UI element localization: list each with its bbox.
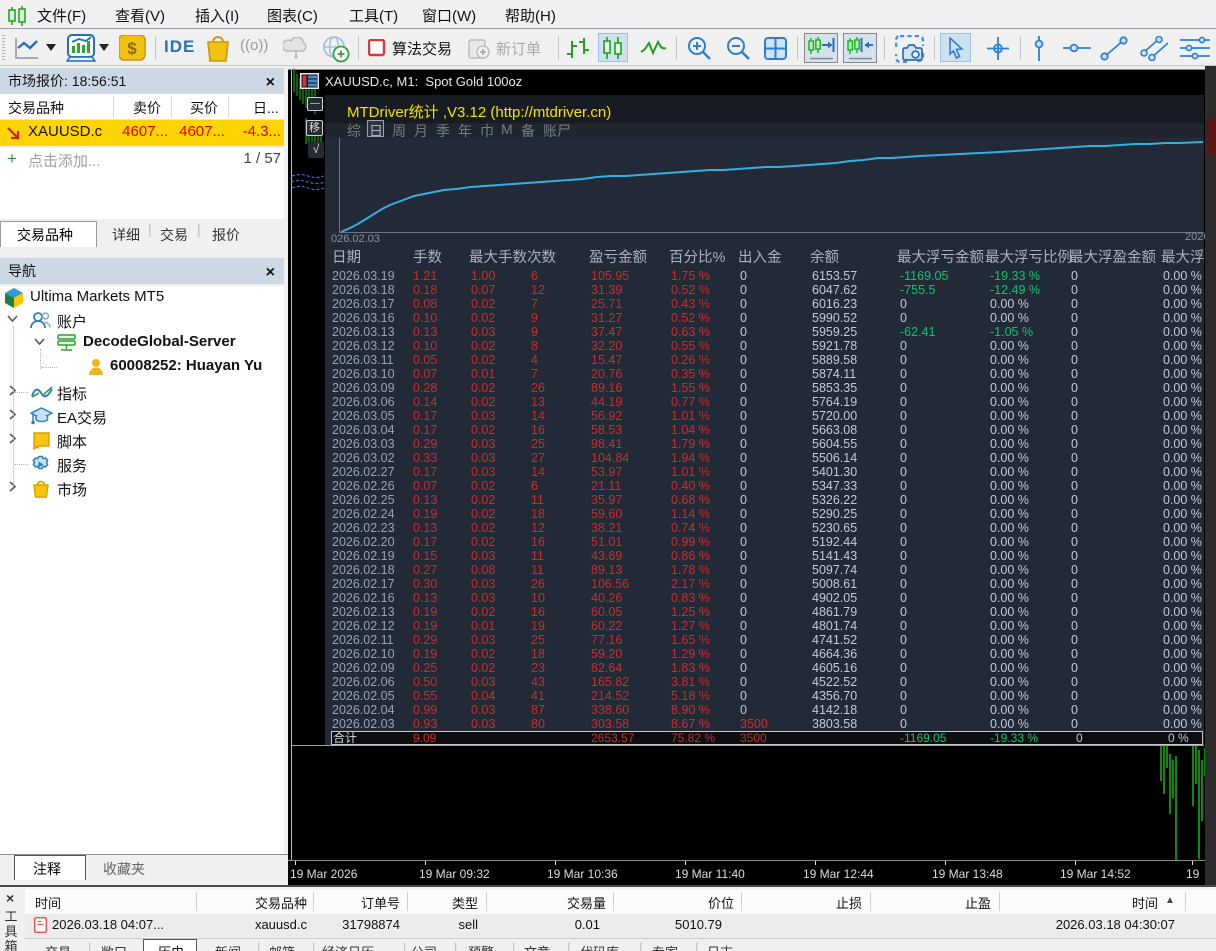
svg-text:$: $ (127, 39, 137, 58)
